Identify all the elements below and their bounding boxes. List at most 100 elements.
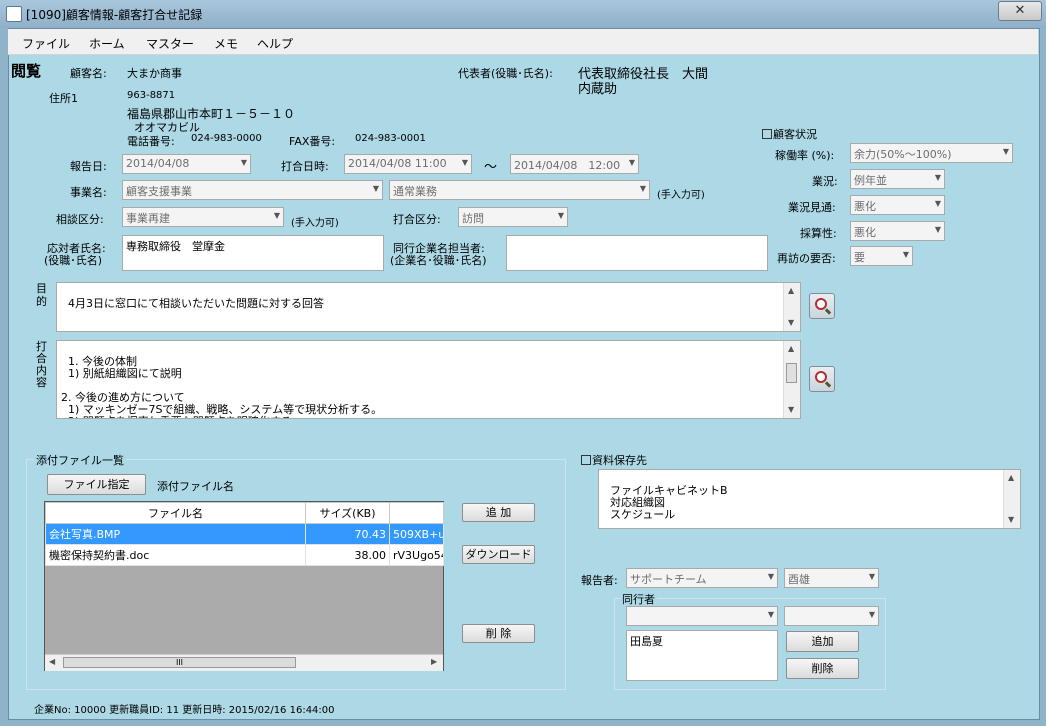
business-condition-select[interactable]: 例年並 ▼ (850, 169, 945, 189)
column-extra[interactable] (389, 502, 444, 524)
profitability-value: 悪化 (854, 226, 876, 239)
companions-title: 同行者 (620, 591, 657, 607)
content-textarea[interactable]: 1. 今後の体制 1) 別紙組織図にて説明 2. 今後の進め方について 1) マ… (56, 340, 801, 419)
scroll-left-icon[interactable]: ◀ (49, 657, 55, 666)
outlook-select[interactable]: 悪化 ▼ (850, 195, 945, 215)
table-row[interactable]: 会社写真.BMP 70.43 509XB+ue (45, 523, 444, 545)
download-button[interactable]: ダウンロード (462, 545, 535, 564)
respondent-field[interactable]: 専務取締役 堂摩金 (122, 235, 384, 271)
content-scrollbar[interactable]: ▲ ▼ (783, 341, 800, 418)
business-condition-value: 例年並 (854, 174, 887, 187)
magnifier-handle (824, 381, 832, 388)
menu-help[interactable]: ヘルプ (257, 35, 293, 52)
checkbox-icon[interactable] (762, 129, 772, 139)
menu-file[interactable]: ファイル (22, 35, 70, 52)
consult-type-select[interactable]: 事業再建 ▼ (122, 207, 284, 227)
scroll-up-icon[interactable]: ▲ (788, 343, 794, 355)
scroll-thumb[interactable]: III (63, 657, 296, 668)
chevron-down-icon[interactable]: ▼ (935, 173, 941, 182)
storage-textarea[interactable]: ファイルキャビネットB 対応組織図 スケジュール ▲ ▼ (598, 469, 1021, 529)
add-companion-button[interactable]: 追加 (786, 631, 859, 652)
utilization-select[interactable]: 余力(50%～100%) ▼ (850, 143, 1013, 163)
chevron-down-icon[interactable]: ▼ (869, 610, 875, 619)
app-icon[interactable] (6, 6, 22, 22)
attachments-grid[interactable]: ファイル名 サイズ(KB) 会社写真.BMP 70.43 509XB+ue 機密… (44, 501, 444, 671)
chevron-down-icon[interactable]: ▼ (935, 225, 941, 234)
chevron-down-icon[interactable]: ▼ (274, 211, 280, 220)
chevron-down-icon[interactable]: ▼ (903, 250, 909, 259)
menu-home[interactable]: ホーム (89, 35, 125, 52)
chevron-down-icon[interactable]: ▼ (869, 572, 875, 581)
purpose-textarea[interactable]: 4月3日に窓口にて相談いただいた問題に対する回答 ▲ ▼ (56, 282, 801, 332)
meeting-end-picker[interactable]: 2014/04/08 12:00 ▼ (510, 154, 639, 174)
scroll-up-icon[interactable]: ▲ (788, 285, 794, 297)
phone-label: 電話番号: (127, 135, 175, 148)
add-attachment-button[interactable]: 追 加 (462, 503, 535, 522)
storage-title: 資料保存先 (581, 452, 647, 468)
chevron-down-icon[interactable]: ▼ (629, 158, 635, 167)
purpose-search-button[interactable] (809, 293, 835, 319)
reporter-person-select[interactable]: 酉雄 ▼ (784, 568, 879, 588)
scroll-down-icon[interactable]: ▼ (788, 317, 794, 329)
scroll-up-icon[interactable]: ▲ (1008, 472, 1014, 484)
chevron-down-icon[interactable]: ▼ (558, 211, 564, 220)
companion-team-select[interactable]: ▼ (626, 606, 778, 626)
menu-master[interactable]: マスター (146, 35, 194, 52)
reporter-team-select[interactable]: サポートチーム ▼ (626, 568, 778, 588)
column-size[interactable]: サイズ(KB) (305, 502, 390, 524)
column-filename[interactable]: ファイル名 (45, 502, 306, 524)
chevron-down-icon[interactable]: ▼ (640, 184, 646, 193)
meeting-start-picker[interactable]: 2014/04/08 11:00 ▼ (344, 154, 472, 174)
representative-line2: 内蔵助 (578, 82, 618, 97)
report-date-value: 2014/04/08 (126, 157, 190, 170)
outlook-value: 悪化 (854, 200, 876, 213)
grid-horizontal-scrollbar[interactable]: ◀ III ▶ (45, 654, 443, 671)
calendar-dropdown-icon[interactable]: ▼ (241, 158, 247, 167)
menu-memo[interactable]: メモ (214, 35, 238, 52)
calendar-dropdown-icon[interactable]: ▼ (462, 158, 468, 167)
business-select[interactable]: 顧客支援事業 ▼ (122, 180, 383, 200)
scroll-right-icon[interactable]: ▶ (431, 657, 437, 666)
purpose-label: 目的 (36, 282, 47, 308)
storage-title-text: 資料保存先 (592, 454, 647, 467)
companion-company-field[interactable] (506, 235, 768, 271)
companion-person-select[interactable]: ▼ (784, 606, 879, 626)
companion-company-sublabel: (企業名･役職･氏名) (390, 254, 487, 267)
companion-list[interactable]: 田島夏 (626, 630, 778, 681)
tilde-separator: ～ (484, 160, 498, 175)
cell-size: 38.00 (305, 544, 390, 566)
chevron-down-icon[interactable]: ▼ (373, 184, 379, 193)
outlook-label: 業況見通: (788, 201, 836, 214)
scroll-thumb[interactable] (786, 363, 797, 383)
delete-attachment-button[interactable]: 削 除 (462, 624, 535, 643)
meeting-datetime-label: 打合日時: (281, 160, 329, 173)
report-date-picker[interactable]: 2014/04/08 ▼ (122, 154, 251, 174)
business-sub-select[interactable]: 通常業務 ▼ (389, 180, 650, 200)
delete-companion-button[interactable]: 削除 (786, 658, 859, 679)
profitability-label: 採算性: (800, 227, 837, 240)
checkbox-icon[interactable] (581, 455, 591, 465)
footer-status: 企業No: 10000 更新職員ID: 11 更新日時: 2015/02/16 … (34, 705, 335, 716)
purpose-scrollbar[interactable]: ▲ ▼ (783, 283, 800, 331)
profitability-select[interactable]: 悪化 ▼ (850, 221, 945, 241)
cell-filename: 機密保持契約書.doc (45, 544, 306, 566)
storage-scrollbar[interactable]: ▲ ▼ (1003, 470, 1020, 528)
file-specify-button[interactable]: ファイル指定 (47, 474, 146, 495)
chevron-down-icon[interactable]: ▼ (768, 610, 774, 619)
scroll-down-icon[interactable]: ▼ (788, 404, 794, 416)
purpose-text: 4月3日に窓口にて相談いただいた問題に対する回答 (68, 297, 324, 310)
table-row[interactable]: 機密保持契約書.doc 38.00 rV3Ugo54 (45, 544, 444, 566)
meeting-type-select[interactable]: 訪問 ▼ (458, 207, 568, 227)
report-date-label: 報告日: (70, 160, 107, 173)
chevron-down-icon[interactable]: ▼ (768, 572, 774, 581)
fax-label: FAX番号: (289, 135, 336, 148)
respondent-sublabel: (役職･氏名) (44, 254, 103, 267)
content-text: 1. 今後の体制 1) 別紙組織図にて説明 2. 今後の進め方について 1) マ… (61, 355, 383, 419)
revisit-select[interactable]: 要 ▼ (850, 246, 913, 266)
close-button[interactable]: ✕ (998, 1, 1042, 21)
scroll-down-icon[interactable]: ▼ (1008, 514, 1014, 526)
chevron-down-icon[interactable]: ▼ (935, 199, 941, 208)
chevron-down-icon[interactable]: ▼ (1003, 147, 1009, 156)
business-label: 事業名: (70, 186, 107, 199)
content-search-button[interactable] (809, 366, 835, 392)
